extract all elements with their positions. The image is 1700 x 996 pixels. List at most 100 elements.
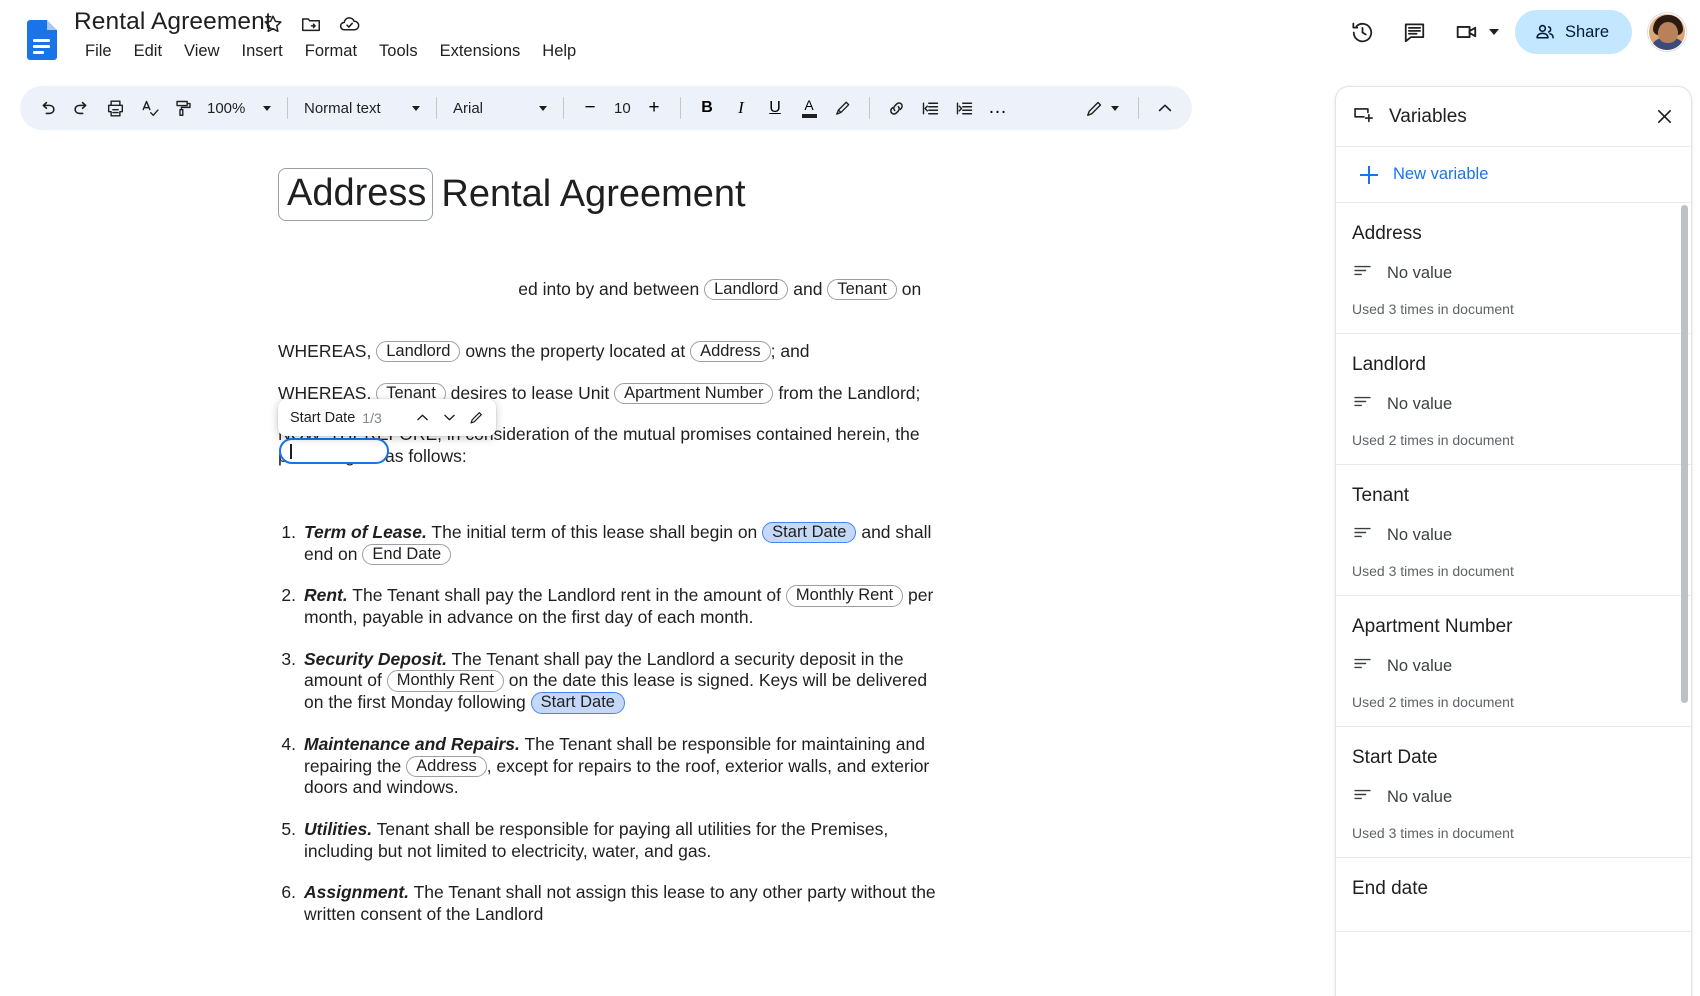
menu-extensions[interactable]: Extensions xyxy=(429,39,532,64)
variables-panel-title: Variables xyxy=(1389,106,1467,128)
chevron-down-icon[interactable] xyxy=(1111,106,1119,111)
highlight-pen-icon[interactable] xyxy=(826,91,860,125)
variable-value-row[interactable]: No value xyxy=(1352,784,1671,810)
meet-control[interactable] xyxy=(1446,11,1505,53)
list-number: 4. xyxy=(278,734,304,799)
variable-value-input[interactable] xyxy=(279,438,389,464)
increase-font-size-button[interactable]: + xyxy=(637,91,671,125)
text-color-button[interactable]: A xyxy=(792,91,826,125)
variable-value: No value xyxy=(1387,395,1452,414)
font-value: Arial xyxy=(453,100,483,117)
divider xyxy=(680,97,681,119)
variable-chip-landlord-2[interactable]: Landlord xyxy=(376,341,460,362)
list-item: 1. Term of Lease. The initial term of th… xyxy=(278,522,938,565)
variables-panel-header: Variables xyxy=(1336,87,1691,147)
variable-chip-monthly-rent-1[interactable]: Monthly Rent xyxy=(786,585,903,606)
chevron-down-icon[interactable] xyxy=(1489,29,1499,35)
meet-camera-icon[interactable] xyxy=(1446,11,1488,53)
variable-item-tenant[interactable]: Tenant No value Used 3 times in document xyxy=(1336,465,1691,596)
variable-value-row[interactable]: No value xyxy=(1352,653,1671,679)
variable-chip-monthly-rent-2[interactable]: Monthly Rent xyxy=(387,670,504,691)
variable-value-row[interactable]: No value xyxy=(1352,260,1671,286)
variable-chip-tenant[interactable]: Tenant xyxy=(827,279,897,300)
variable-chip-landlord[interactable]: Landlord xyxy=(704,279,788,300)
variable-name: Start Date xyxy=(1352,747,1671,769)
variable-chip-start-date-1[interactable]: Start Date xyxy=(762,522,856,543)
paragraph-style-select[interactable]: Normal text xyxy=(297,92,427,124)
collapse-toolbar-icon[interactable] xyxy=(1148,91,1182,125)
menu-tools[interactable]: Tools xyxy=(368,39,429,64)
variable-chip-start-date-2[interactable]: Start Date xyxy=(531,692,625,713)
variables-panel-scrollbar[interactable] xyxy=(1681,205,1688,703)
google-docs-logo[interactable] xyxy=(27,20,57,60)
italic-button[interactable]: I xyxy=(724,91,758,125)
zoom-select[interactable]: 100% xyxy=(200,92,278,124)
item-before: The initial term of this lease shall beg… xyxy=(431,522,757,542)
share-button[interactable]: Share xyxy=(1515,10,1632,54)
more-options-button[interactable]: … xyxy=(981,91,1015,125)
cloud-saved-icon[interactable] xyxy=(338,12,361,35)
bold-button[interactable]: B xyxy=(690,91,724,125)
increase-indent-icon[interactable] xyxy=(947,91,981,125)
edit-pencil-icon[interactable] xyxy=(463,404,490,431)
star-icon[interactable] xyxy=(262,13,284,35)
underline-glyph: U xyxy=(769,99,781,117)
variable-item-end-date[interactable]: End date xyxy=(1336,858,1691,932)
document-canvas[interactable]: Address Rental Agreement This Rental Agr… xyxy=(0,140,1200,996)
list-number: 1. xyxy=(278,522,304,565)
list-number: 2. xyxy=(278,585,304,628)
menu-format[interactable]: Format xyxy=(294,39,368,64)
menu-file[interactable]: File xyxy=(74,39,123,64)
new-variable-button[interactable]: New variable xyxy=(1336,147,1691,203)
editing-pencil-icon[interactable] xyxy=(1077,91,1111,125)
menu-view[interactable]: View xyxy=(173,39,230,64)
list-text: Security Deposit. The Tenant shall pay t… xyxy=(304,649,938,714)
comment-icon[interactable] xyxy=(1394,11,1436,53)
zoom-value: 100% xyxy=(207,100,245,117)
decrease-indent-icon[interactable] xyxy=(913,91,947,125)
list-text: Term of Lease. The initial term of this … xyxy=(304,522,938,565)
variables-list[interactable]: Address No value Used 3 times in documen… xyxy=(1336,203,1691,996)
text-color-swatch xyxy=(802,114,817,118)
intro-paragraph: This Rental Agreement is entered into by… xyxy=(278,278,938,300)
print-icon[interactable] xyxy=(98,91,132,125)
variable-name: End date xyxy=(1352,878,1671,900)
whereas-landlord-paragraph: WHEREAS, Landlord owns the property loca… xyxy=(278,340,978,362)
chevron-up-icon[interactable] xyxy=(409,404,436,431)
chevron-down-icon[interactable] xyxy=(436,404,463,431)
item-title: Security Deposit. xyxy=(304,649,447,669)
redo-icon[interactable] xyxy=(64,91,98,125)
variable-chip-address-heading[interactable]: Address xyxy=(278,168,433,221)
paint-format-icon[interactable] xyxy=(166,91,200,125)
variable-chip-apartment-number[interactable]: Apartment Number xyxy=(614,383,773,404)
variable-chip-address-3[interactable]: Address xyxy=(406,756,487,777)
list-number: 5. xyxy=(278,819,304,862)
variable-item-apartment-number[interactable]: Apartment Number No value Used 2 times i… xyxy=(1336,596,1691,727)
move-to-folder-icon[interactable] xyxy=(300,13,322,35)
font-family-select[interactable]: Arial xyxy=(446,92,554,124)
variable-chip-end-date[interactable]: End Date xyxy=(362,544,451,565)
document-title[interactable]: Rental Agreement xyxy=(74,8,272,36)
undo-icon[interactable] xyxy=(30,91,64,125)
spellcheck-icon[interactable] xyxy=(132,91,166,125)
variable-item-address[interactable]: Address No value Used 3 times in documen… xyxy=(1336,203,1691,334)
avatar[interactable] xyxy=(1648,13,1686,51)
variable-item-start-date[interactable]: Start Date No value Used 3 times in docu… xyxy=(1336,727,1691,858)
text-value-icon xyxy=(1352,522,1373,548)
menu-insert[interactable]: Insert xyxy=(231,39,294,64)
variable-item-landlord[interactable]: Landlord No value Used 2 times in docume… xyxy=(1336,334,1691,465)
decrease-font-size-button[interactable]: − xyxy=(573,91,607,125)
font-size-value[interactable]: 10 xyxy=(607,92,637,124)
list-text: Maintenance and Repairs. The Tenant shal… xyxy=(304,734,938,799)
menu-edit[interactable]: Edit xyxy=(123,39,173,64)
variable-value-row[interactable]: No value xyxy=(1352,522,1671,548)
chevron-down-icon xyxy=(539,106,547,111)
variable-chip-address-2[interactable]: Address xyxy=(690,341,771,362)
underline-button[interactable]: U xyxy=(758,91,792,125)
close-icon[interactable] xyxy=(1647,100,1681,134)
variable-value-row[interactable]: No value xyxy=(1352,391,1671,417)
popup-occurrence-count: 1/3 xyxy=(362,410,381,426)
link-icon[interactable] xyxy=(879,91,913,125)
menu-help[interactable]: Help xyxy=(531,39,587,64)
version-history-icon[interactable] xyxy=(1342,11,1384,53)
